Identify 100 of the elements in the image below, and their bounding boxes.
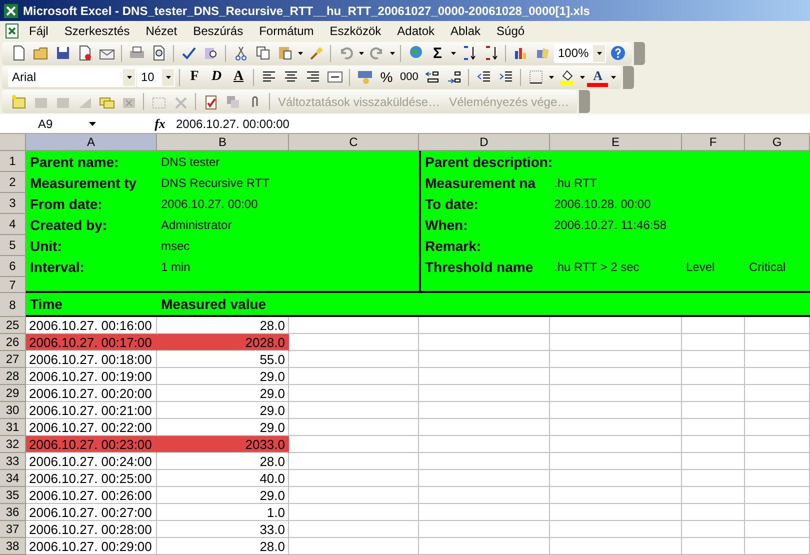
- table-cell: 2006.10.27. 00:27:00: [26, 504, 157, 521]
- italic-button[interactable]: D: [206, 66, 227, 88]
- sum-button[interactable]: Σ: [427, 42, 448, 64]
- menu-item[interactable]: Adatok: [390, 24, 442, 38]
- table-cell: [682, 538, 745, 555]
- table-cell: Measurement na: [419, 172, 550, 193]
- row-header[interactable]: 26: [0, 334, 26, 351]
- table-cell: When:: [419, 214, 550, 235]
- table-cell: [682, 402, 745, 419]
- table-cell: .hu RTT: [550, 172, 810, 193]
- row-header[interactable]: 4: [0, 214, 26, 235]
- row-header[interactable]: 32: [0, 436, 26, 453]
- table-cell: [682, 521, 745, 538]
- table-cell: 1.0: [157, 504, 289, 521]
- row-header[interactable]: 38: [0, 538, 26, 555]
- column-header[interactable]: A: [26, 134, 157, 151]
- dropdown-button[interactable]: [162, 68, 174, 86]
- underline-button[interactable]: A: [228, 66, 249, 88]
- table-cell: [682, 470, 745, 487]
- row-header[interactable]: 7: [0, 277, 26, 293]
- table-cell: Threshold name: [419, 256, 550, 277]
- help-icon: [610, 45, 626, 62]
- table-cell: [745, 317, 810, 334]
- name-box[interactable]: A9: [0, 114, 118, 134]
- caret-icon: [390, 52, 394, 55]
- column-header[interactable]: D: [419, 134, 550, 151]
- menu-item[interactable]: Súgó: [490, 24, 532, 38]
- menu-item[interactable]: Eszközök: [322, 24, 388, 38]
- row-header[interactable]: 28: [0, 368, 26, 385]
- row-header[interactable]: 2: [0, 172, 26, 193]
- table-cell: [682, 436, 745, 453]
- font-size-field[interactable]: 10: [137, 68, 175, 87]
- column-header[interactable]: C: [289, 134, 419, 151]
- caret-icon: [548, 76, 554, 79]
- row-header[interactable]: 30: [0, 402, 26, 419]
- row-header[interactable]: 5: [0, 235, 26, 256]
- row-header[interactable]: 8: [0, 293, 26, 317]
- table-cell: 2006.10.27. 00:17:00: [26, 334, 157, 351]
- column-heading: Measured value: [157, 293, 419, 317]
- row-header[interactable]: 3: [0, 193, 26, 214]
- fill-color-icon: [558, 69, 575, 86]
- row-header[interactable]: 36: [0, 504, 26, 521]
- table-cell: 55.0: [157, 351, 289, 368]
- insert-function-button[interactable]: fx: [148, 116, 172, 132]
- formula-field[interactable]: 2006.10.27. 00:00:00: [176, 116, 290, 130]
- dropdown-button[interactable]: [593, 44, 605, 62]
- caret-icon: [298, 52, 302, 55]
- permission-icon: [76, 45, 92, 62]
- font-field[interactable]: Arial: [8, 68, 136, 87]
- table-cell: [682, 487, 745, 504]
- table-cell: [682, 453, 745, 470]
- table-cell: 29.0: [157, 368, 289, 385]
- menu-item[interactable]: Szerkesztés: [57, 24, 137, 38]
- table-cell: 2006.10.27. 00:26:00: [26, 487, 157, 504]
- table-cell: Administrator: [157, 214, 419, 235]
- table-cell: 33.0: [157, 521, 289, 538]
- table-cell: [745, 368, 810, 385]
- save-icon: [54, 45, 70, 62]
- caret-icon: [610, 76, 616, 79]
- dropdown-button[interactable]: [123, 68, 135, 86]
- row-header[interactable]: 1: [0, 151, 26, 172]
- table-cell: [745, 385, 810, 402]
- new-comment-icon: [10, 94, 26, 110]
- row-header[interactable]: 6: [0, 256, 26, 277]
- column-header[interactable]: G: [745, 134, 810, 151]
- row-header[interactable]: 37: [0, 521, 26, 538]
- column-header[interactable]: E: [550, 134, 682, 151]
- table-cell: 29.0: [157, 419, 289, 436]
- table-cell: 28.0: [157, 538, 289, 555]
- column-header[interactable]: F: [682, 134, 745, 151]
- menu-item[interactable]: Ablak: [444, 24, 488, 38]
- bold-button[interactable]: F: [184, 66, 205, 88]
- row-header[interactable]: 27: [0, 351, 26, 368]
- row-header[interactable]: 35: [0, 487, 26, 504]
- table-cell: Remark:: [419, 235, 810, 256]
- row-header[interactable]: 31: [0, 419, 26, 436]
- folder-icon: [32, 45, 48, 62]
- menu-item[interactable]: Fájl: [22, 24, 56, 38]
- row-header[interactable]: 33: [0, 453, 26, 470]
- menu-item[interactable]: Formátum: [252, 24, 321, 38]
- table-cell: 2006.10.27. 00:28:00: [26, 521, 157, 538]
- row-header[interactable]: 25: [0, 317, 26, 334]
- menu-item[interactable]: Nézet: [138, 24, 184, 38]
- table-cell: [682, 419, 745, 436]
- thousands-separator-button[interactable]: 000: [398, 66, 420, 88]
- table-cell: [745, 436, 810, 453]
- table-cell: 2006.10.27. 00:19:00: [26, 368, 157, 385]
- table-cell: [745, 351, 810, 368]
- table-cell: 29.0: [157, 487, 289, 504]
- table-cell: 2006.10.27. 00:25:00: [26, 470, 157, 487]
- column-header[interactable]: B: [157, 134, 289, 151]
- zoom-field[interactable]: 100%: [554, 44, 606, 63]
- table-cell: Critical: [745, 256, 810, 277]
- menu-item[interactable]: Beszúrás: [186, 24, 250, 38]
- caret-icon: [580, 76, 585, 79]
- table-cell: 2006.10.27. 00:29:00: [26, 538, 157, 555]
- currency-icon: [356, 69, 372, 86]
- percent-button[interactable]: %: [376, 66, 397, 88]
- row-header[interactable]: 34: [0, 470, 26, 487]
- row-header[interactable]: 29: [0, 385, 26, 402]
